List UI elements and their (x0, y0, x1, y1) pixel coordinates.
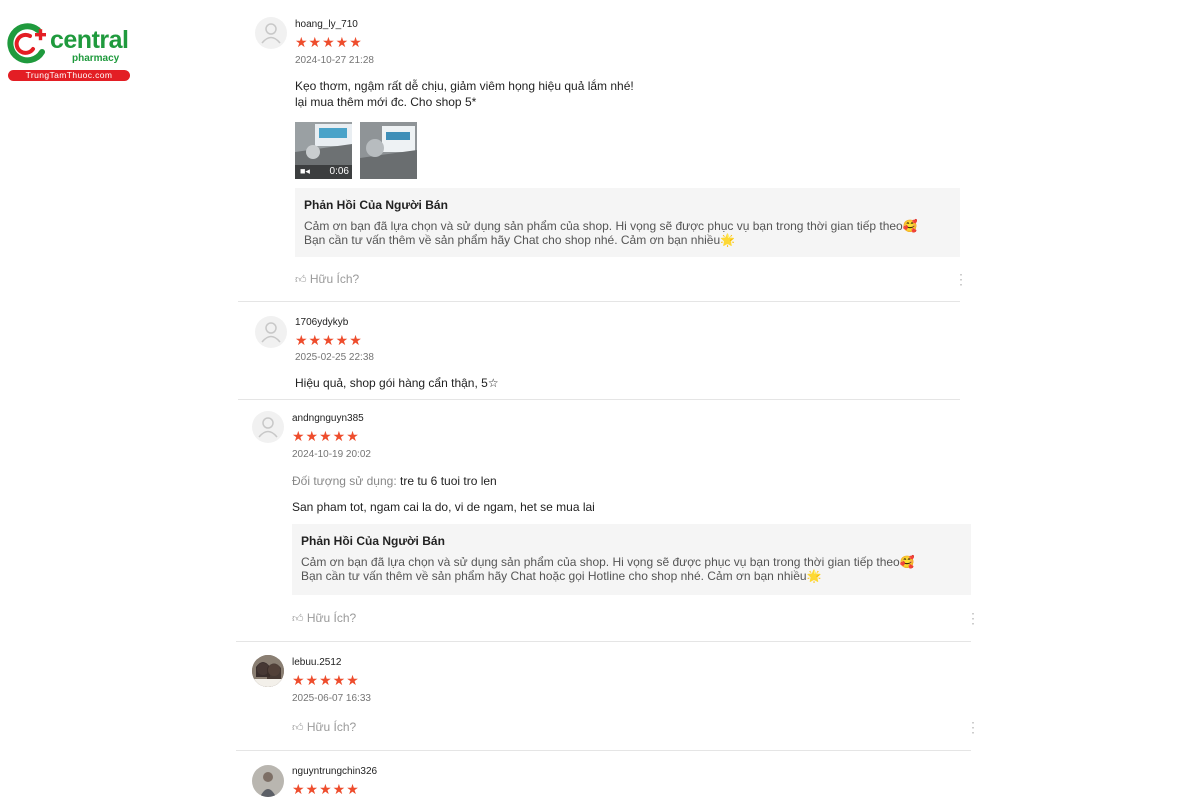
helpful-button[interactable]: 👍︎ Hữu Ích? (292, 720, 356, 734)
review-divider (238, 399, 960, 400)
review-text: Hiệu quả, shop gói hàng cẩn thận, 5☆ (295, 376, 499, 390)
review-date: 2024-10-19 20:02 (292, 449, 371, 460)
review-usage-target: Đối tượng sử dụng: tre tu 6 tuoi tro len (292, 474, 497, 488)
helpful-label: Hữu Ích? (306, 611, 357, 625)
seller-reply-title: Phản Hồi Của Người Bán (304, 198, 448, 212)
review-date: 2025-06-07 16:33 (292, 693, 371, 704)
user-placeholder-icon (258, 417, 278, 438)
seller-reply-text: Cảm ơn bạn đã lựa chọn và sử dụng sản ph… (304, 219, 918, 247)
more-options-icon[interactable]: ⋮ (966, 720, 980, 734)
review-text: San pham tot, ngam cai la do, vi de ngam… (292, 500, 595, 514)
more-options-icon[interactable]: ⋮ (966, 611, 980, 625)
review-video-thumbnail[interactable]: ■◂ 0:06 (295, 122, 352, 179)
helpful-label: Hữu Ích? (309, 272, 360, 286)
review-username: nguyntrungchin326 (292, 766, 378, 777)
star-rating: ★★★★★ (292, 672, 360, 688)
review-username: andngnguyn385 (292, 413, 364, 424)
seller-reply: Phản Hồi Của Người Bán Cảm ơn bạn đã lựa… (295, 188, 960, 257)
review-photo-thumbnail[interactable] (360, 122, 417, 179)
review-divider (236, 641, 971, 642)
review-username: lebuu.2512 (292, 657, 342, 668)
user-photo-image (252, 765, 284, 797)
usage-target-label: Đối tượng sử dụng: (292, 474, 397, 488)
thumbs-up-icon: 👍︎ (292, 722, 304, 734)
logo-mark-icon (7, 23, 46, 64)
star-rating: ★★★★★ (295, 34, 363, 50)
helpful-button[interactable]: 👍︎ Hữu Ích? (295, 272, 359, 286)
review-divider (238, 301, 960, 302)
star-rating: ★★★★★ (295, 332, 363, 348)
review-date: 2025-02-25 22:38 (295, 352, 374, 363)
brand-url: TrungTamThuoc.com (8, 70, 130, 81)
brand-logo[interactable]: central pharmacy TrungTamThuoc.com (6, 22, 130, 82)
user-photo-image (252, 655, 284, 687)
review-username: hoang_ly_710 (295, 19, 358, 30)
star-rating: ★★★★★ (292, 428, 360, 444)
star-rating: ★★★★★ (292, 781, 360, 797)
brand-name: central (50, 26, 129, 54)
brand-sub: pharmacy (72, 53, 120, 64)
more-options-icon[interactable]: ⋮ (954, 272, 968, 286)
avatar[interactable] (252, 655, 284, 687)
helpful-button[interactable]: 👍︎ Hữu Ích? (292, 611, 356, 625)
thumbs-up-icon: 👍︎ (295, 274, 307, 286)
video-duration: 0:06 (329, 166, 349, 177)
seller-reply: Phản Hồi Của Người Bán Cảm ơn bạn đã lựa… (292, 524, 971, 595)
review-date: 2024-10-27 21:28 (295, 55, 374, 66)
seller-reply-text: Cảm ơn bạn đã lựa chọn và sử dụng sản ph… (301, 555, 915, 583)
thumbs-up-icon: 👍︎ (292, 613, 304, 625)
review-divider (236, 750, 971, 751)
avatar[interactable] (255, 316, 287, 348)
usage-target-value: tre tu 6 tuoi tro len (400, 474, 497, 488)
review-username: 1706ydykyb (295, 317, 349, 328)
user-placeholder-icon (261, 23, 281, 44)
avatar[interactable] (255, 17, 287, 49)
video-camera-icon: ■◂ (300, 166, 310, 176)
seller-reply-title: Phản Hồi Của Người Bán (301, 534, 445, 548)
avatar[interactable] (252, 411, 284, 443)
avatar[interactable] (252, 765, 284, 797)
helpful-label: Hữu Ích? (306, 720, 357, 734)
review-text: Kẹo thơm, ngậm rất dễ chịu, giảm viêm họ… (295, 79, 634, 109)
user-placeholder-icon (261, 322, 281, 343)
photo-thumbnail-image (360, 122, 417, 179)
